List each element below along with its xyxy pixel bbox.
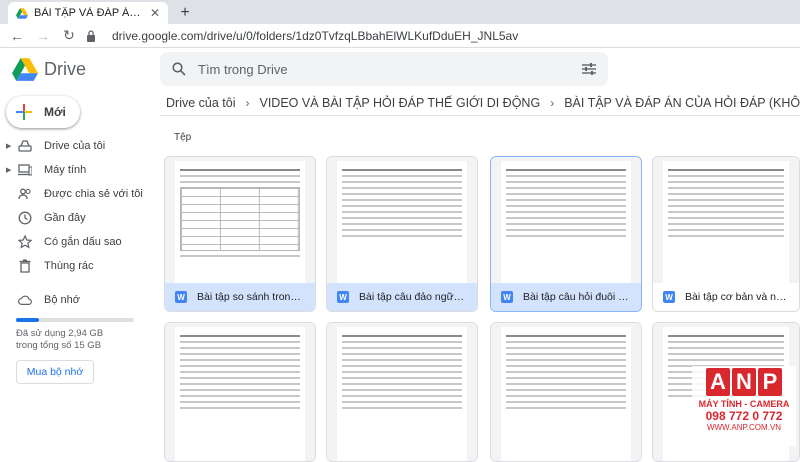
reload-icon[interactable]: ↻ bbox=[60, 27, 78, 44]
new-button[interactable]: Mới bbox=[6, 96, 80, 128]
sidebar-item-label: Máy tính bbox=[44, 164, 87, 176]
tab-title: BÀI TẬP VÀ ĐÁP ÁN CỦA HỎI ĐÁ bbox=[34, 7, 144, 19]
file-card[interactable]: W Bài tập so sánh trong tiếng A... bbox=[164, 156, 316, 312]
watermark-letter: N bbox=[732, 368, 756, 396]
trash-icon bbox=[18, 259, 32, 273]
sidebar-item-shared[interactable]: Được chia sẻ với tôi bbox=[0, 182, 160, 206]
app-name: Drive bbox=[44, 58, 87, 79]
chevron-right-icon: › bbox=[245, 95, 250, 110]
files-section-label: Tệp bbox=[174, 132, 192, 143]
close-icon[interactable]: ✕ bbox=[150, 6, 160, 20]
storage-usage-text: Đã sử dụng 2,94 GB trong tổng số 15 GB bbox=[16, 328, 104, 351]
storage-progress-fill bbox=[16, 318, 40, 322]
chevron-right-icon: › bbox=[550, 95, 555, 110]
file-name: Bài tập câu đảo ngữ trong tiế... bbox=[359, 291, 467, 303]
sidebar-item-trash[interactable]: Thùng rác bbox=[0, 254, 160, 278]
url-field[interactable]: drive.google.com/drive/u/0/folders/1dz0T… bbox=[112, 29, 518, 43]
file-caption: W Bài tập câu đảo ngữ trong tiế... bbox=[327, 283, 477, 311]
clock-icon bbox=[18, 211, 32, 225]
file-card[interactable] bbox=[326, 322, 478, 462]
drive-header: Drive Tìm trong Drive bbox=[0, 48, 800, 90]
file-card[interactable] bbox=[164, 322, 316, 462]
address-bar: ← → ↻ drive.google.com/drive/u/0/folders… bbox=[0, 24, 800, 48]
breadcrumb-item[interactable]: BÀI TẬP VÀ ĐÁP ÁN CỦA HỎI ĐÁP (KHÔNG ĐƯỢ… bbox=[564, 96, 800, 110]
lock-icon bbox=[87, 29, 95, 42]
storage-label: Bộ nhớ bbox=[44, 294, 80, 306]
breadcrumb: Drive của tôi › VIDEO VÀ BÀI TẬP HỎI ĐÁP… bbox=[160, 90, 800, 116]
breadcrumb-item[interactable]: Drive của tôi bbox=[166, 96, 235, 110]
file-caption: W Bài tập so sánh trong tiếng A... bbox=[165, 283, 315, 311]
search-input[interactable]: Tìm trong Drive bbox=[198, 62, 570, 77]
filter-options-icon[interactable] bbox=[582, 63, 596, 75]
caret-right-icon[interactable]: ▶ bbox=[6, 142, 11, 150]
word-doc-icon: W bbox=[501, 291, 513, 303]
browser-tab-bar: BÀI TẬP VÀ ĐÁP ÁN CỦA HỎI ĐÁ ✕ + bbox=[0, 0, 800, 24]
new-tab-icon[interactable]: + bbox=[174, 2, 196, 24]
file-card[interactable]: W Bài tập cơ bản và nâng cao v... bbox=[652, 156, 800, 312]
sidebar-item-recent[interactable]: Gần đây bbox=[0, 206, 160, 230]
sidebar: Mới ▶ Drive của tôi ▶ Máy tính Được chia… bbox=[0, 90, 160, 450]
forward-icon[interactable]: → bbox=[34, 28, 52, 44]
sidebar-item-starred[interactable]: Có gắn dấu sao bbox=[0, 230, 160, 254]
anp-logo: A N P bbox=[692, 368, 796, 396]
sidebar-item-label: Gần đây bbox=[44, 212, 86, 224]
search-box[interactable]: Tìm trong Drive bbox=[160, 52, 608, 86]
caret-right-icon[interactable]: ▶ bbox=[6, 166, 11, 174]
drive-favicon-icon bbox=[16, 7, 28, 19]
storage-progress-bar bbox=[16, 318, 134, 322]
browser-tab[interactable]: BÀI TẬP VÀ ĐÁP ÁN CỦA HỎI ĐÁ ✕ bbox=[8, 2, 168, 24]
file-thumbnail bbox=[327, 157, 477, 283]
word-doc-icon: W bbox=[663, 291, 675, 303]
back-icon[interactable]: ← bbox=[8, 28, 26, 44]
anp-watermark: A N P MÁY TÍNH - CAMERA 098 772 0 772 WW… bbox=[692, 366, 796, 446]
word-doc-icon: W bbox=[337, 291, 349, 303]
file-thumbnail bbox=[653, 157, 799, 283]
new-button-label: Mới bbox=[44, 105, 66, 119]
sidebar-item-label: Có gắn dấu sao bbox=[44, 236, 122, 248]
watermark-site: WWW.ANP.COM.VN bbox=[706, 423, 782, 432]
plus-icon bbox=[16, 104, 32, 120]
file-name: Bài tập cơ bản và nâng cao v... bbox=[685, 291, 789, 303]
file-card[interactable]: W Bài tập câu đảo ngữ trong tiế... bbox=[326, 156, 478, 312]
cloud-icon bbox=[18, 293, 32, 307]
file-thumbnail bbox=[327, 323, 477, 461]
drive-icon bbox=[18, 139, 32, 153]
sidebar-item-computers[interactable]: ▶ Máy tính bbox=[0, 158, 160, 182]
watermark-letter: P bbox=[758, 368, 782, 396]
file-card[interactable] bbox=[490, 322, 642, 462]
file-card-selected[interactable]: W Bài tập câu hỏi đuôi trong tiế... bbox=[490, 156, 642, 312]
watermark-tagline: MÁY TÍNH - CAMERA bbox=[698, 399, 790, 409]
word-doc-icon: W bbox=[175, 291, 187, 303]
file-thumbnail bbox=[491, 323, 641, 461]
sidebar-nav: ▶ Drive của tôi ▶ Máy tính Được chia sẻ … bbox=[0, 134, 160, 384]
sidebar-item-storage[interactable]: Bộ nhớ bbox=[0, 288, 160, 312]
file-name: Bài tập so sánh trong tiếng A... bbox=[197, 291, 305, 303]
file-name: Bài tập câu hỏi đuôi trong tiế... bbox=[523, 291, 631, 303]
star-icon bbox=[18, 235, 32, 249]
sidebar-item-my-drive[interactable]: ▶ Drive của tôi bbox=[0, 134, 160, 158]
people-icon bbox=[18, 187, 32, 201]
drive-logo-icon bbox=[12, 57, 38, 81]
sidebar-item-label: Được chia sẻ với tôi bbox=[44, 188, 143, 200]
sidebar-item-label: Drive của tôi bbox=[44, 140, 106, 152]
search-icon[interactable] bbox=[172, 62, 186, 76]
file-caption: W Bài tập cơ bản và nâng cao v... bbox=[653, 283, 799, 311]
file-thumbnail bbox=[165, 323, 315, 461]
watermark-letter: A bbox=[706, 368, 730, 396]
drive-logo[interactable]: Drive bbox=[12, 57, 160, 81]
watermark-phone: 098 772 0 772 bbox=[705, 409, 783, 423]
file-thumbnail bbox=[165, 157, 315, 283]
sidebar-item-label: Thùng rác bbox=[44, 260, 94, 272]
file-caption: W Bài tập câu hỏi đuôi trong tiế... bbox=[491, 283, 641, 311]
computer-icon bbox=[18, 163, 32, 177]
file-thumbnail bbox=[491, 157, 641, 283]
buy-storage-button[interactable]: Mua bộ nhớ bbox=[16, 360, 94, 384]
breadcrumb-item[interactable]: VIDEO VÀ BÀI TẬP HỎI ĐÁP THẾ GIỚI DI ĐỘN… bbox=[259, 96, 540, 110]
